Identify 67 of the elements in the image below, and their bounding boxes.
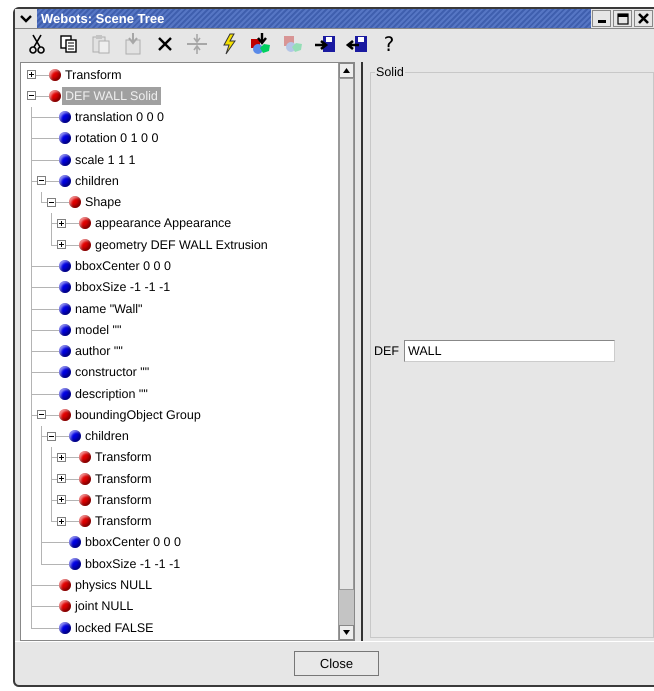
close-button[interactable]: Close [294,651,379,676]
tree-item[interactable]: boundingObject Group [72,406,204,424]
shapes-arrow-icon [251,33,270,54]
tree-item[interactable]: bboxSize -1 -1 -1 [72,278,174,296]
tree-item[interactable]: appearance Appearance [92,214,234,232]
up-arrow-icon [343,68,350,73]
help-button[interactable]: ? [373,30,405,58]
expand-toggle[interactable] [56,452,66,462]
collapse-toggle[interactable] [36,176,46,186]
tree-item[interactable]: bboxCenter 0 0 0 [82,533,184,552]
clipboard-icon [92,35,110,54]
def-label: DEF [374,344,399,358]
tree-item[interactable]: translation 0 0 0 [72,108,167,126]
expand-toggle[interactable] [56,516,66,526]
minimize-button[interactable] [592,10,611,27]
tree-item[interactable]: rotation 0 1 0 0 [72,129,162,148]
delete-icon [158,36,172,52]
minimize-icon [598,20,606,23]
expand-toggle[interactable] [26,70,36,80]
scroll-down-button[interactable] [339,625,354,640]
maximize-icon [616,12,628,24]
tree-item[interactable]: description "" [72,384,151,403]
collapse-toggle[interactable] [46,198,56,207]
close-window-button[interactable] [634,10,653,27]
tree-item[interactable]: name "Wall" [72,300,146,318]
tree-item[interactable]: model "" [72,320,124,339]
tree-item[interactable]: bboxSize -1 -1 -1 [82,554,184,573]
export-icon [346,36,367,52]
down-arrow-icon [343,630,350,635]
tree-item[interactable]: locked FALSE [72,618,157,637]
tree-item[interactable]: Transform [92,470,154,488]
tree-item[interactable]: children [82,427,132,446]
window-title: Webots: Scene Tree [37,9,591,28]
scrollbar-thumb[interactable] [339,78,354,590]
collapse-toggle[interactable] [46,432,56,441]
tree-item[interactable]: bboxCenter 0 0 0 [72,257,174,276]
close-icon [638,13,649,24]
expand-toggle[interactable] [56,474,66,484]
scissors-icon [29,34,45,54]
def-input-field[interactable]: WALL [404,340,615,362]
collapse-toggle[interactable] [26,91,36,100]
tree-item[interactable]: scale 1 1 1 [72,150,138,169]
scroll-up-button[interactable] [339,63,354,78]
tree-item[interactable]: physics NULL [72,576,156,594]
import-icon [314,36,335,52]
maximize-button[interactable] [613,10,632,27]
tree-item[interactable]: Shape [82,193,124,212]
tree-item[interactable]: Transform [92,448,154,466]
expand-toggle[interactable] [56,495,66,504]
collapse-toggle[interactable] [36,410,46,420]
lightning-icon [223,34,236,54]
split-icon [187,33,207,55]
tree-item[interactable]: children [72,172,122,190]
tree-item[interactable]: constructor "" [72,363,152,382]
tree-item[interactable]: Transform [62,66,124,84]
group-title: Solid [375,65,405,79]
clipboard-arrow-icon [126,33,140,54]
chevron-icon [20,14,32,22]
copy-icon [60,35,77,53]
tree-item[interactable]: Transform [92,490,154,509]
shapes-icon [284,36,302,52]
expand-toggle[interactable] [56,240,66,250]
tree-item[interactable]: joint NULL [72,597,136,616]
expand-toggle[interactable] [56,218,66,228]
tree-item[interactable]: Transform [92,512,154,530]
tree-item[interactable]: author "" [72,342,126,360]
tree-item[interactable]: geometry DEF WALL Extrusion [92,236,271,254]
